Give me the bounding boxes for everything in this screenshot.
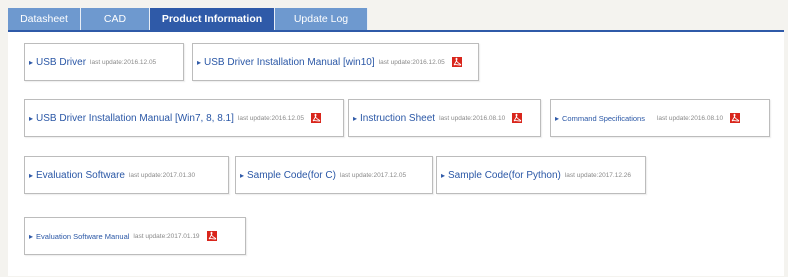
last-update-text: last update:2017.01.19 — [133, 232, 200, 240]
last-update-text: last update:2016.08.10 — [439, 114, 506, 122]
bullet-icon: ▸ — [29, 170, 34, 180]
download-item-usb-driver-manual-win7[interactable]: ▸ USB Driver Installation Manual [Win7, … — [24, 99, 344, 137]
pdf-icon[interactable] — [206, 231, 217, 241]
item-title-link[interactable]: USB Driver Installation Manual [win10] — [204, 57, 375, 68]
download-item-command-specifications[interactable]: ▸ Command Specifications last update:201… — [550, 99, 770, 137]
last-update-text: last update:2016.12.05 — [378, 58, 445, 66]
bullet-icon: ▸ — [197, 57, 202, 67]
download-item-instruction-sheet[interactable]: ▸ Instruction Sheet last update:2016.08.… — [348, 99, 541, 137]
last-update-text: last update:2016.08.10 — [656, 114, 724, 122]
pdf-icon[interactable] — [512, 113, 523, 123]
last-update-text: last update:2017.01.30 — [128, 171, 196, 179]
last-update-text: last update:2017.12.05 — [339, 171, 407, 179]
bullet-icon: ▸ — [441, 170, 446, 180]
last-update-text: last update:2016.12.05 — [237, 114, 305, 122]
item-title-link[interactable]: USB Driver — [36, 57, 86, 68]
download-item-sample-code-c[interactable]: ▸ Sample Code(for C) last update:2017.12… — [235, 156, 433, 194]
pdf-icon[interactable] — [311, 113, 322, 123]
item-title-link[interactable]: Instruction Sheet — [360, 113, 435, 124]
download-item-evaluation-software-manual[interactable]: ▸ Evaluation Software Manual last update… — [24, 217, 246, 255]
item-title-link[interactable]: Evaluation Software — [36, 170, 125, 181]
item-title-link[interactable]: Evaluation Software Manual — [36, 232, 129, 241]
tab-cad[interactable]: CAD — [81, 8, 150, 30]
bullet-icon: ▸ — [29, 113, 34, 123]
tab-bar: Datasheet CAD Product Information Update… — [8, 8, 368, 30]
pdf-icon[interactable] — [451, 57, 462, 67]
download-item-evaluation-software[interactable]: ▸ Evaluation Software last update:2017.0… — [24, 156, 229, 194]
bullet-icon: ▸ — [555, 113, 560, 123]
tab-product-information[interactable]: Product Information — [150, 8, 275, 30]
item-title-link[interactable]: Sample Code(for C) — [247, 170, 336, 181]
tab-update-log[interactable]: Update Log — [275, 8, 368, 30]
pdf-icon[interactable] — [730, 113, 741, 123]
bullet-icon: ▸ — [29, 231, 34, 241]
bullet-icon: ▸ — [353, 113, 358, 123]
tab-datasheet[interactable]: Datasheet — [8, 8, 81, 30]
last-update-text: last update:2016.12.05 — [90, 58, 157, 66]
product-information-panel: ▸ USB Driver last update:2016.12.05 ▸ US… — [8, 30, 784, 276]
bullet-icon: ▸ — [240, 170, 245, 180]
item-title-link[interactable]: USB Driver Installation Manual [Win7, 8,… — [36, 113, 234, 124]
download-item-sample-code-python[interactable]: ▸ Sample Code(for Python) last update:20… — [436, 156, 646, 194]
item-title-link[interactable]: Command Specifications — [562, 114, 645, 123]
item-title-link[interactable]: Sample Code(for Python) — [448, 170, 561, 181]
download-item-usb-driver-manual-win10[interactable]: ▸ USB Driver Installation Manual [win10]… — [192, 43, 479, 81]
bullet-icon: ▸ — [29, 57, 34, 67]
download-item-usb-driver[interactable]: ▸ USB Driver last update:2016.12.05 — [24, 43, 184, 81]
last-update-text: last update:2017.12.26 — [564, 171, 631, 179]
